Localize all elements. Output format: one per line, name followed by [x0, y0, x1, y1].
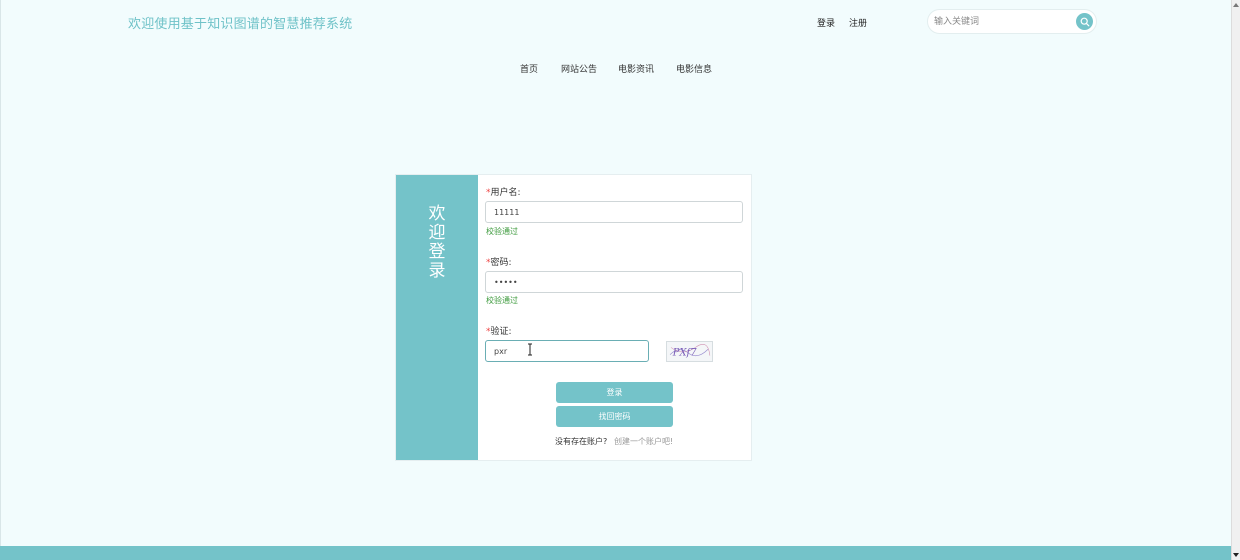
login-panel: 欢迎登录 *用户名: 校验通过 *密码: 校验通过 *验证: PXf7 登录 找…	[395, 174, 752, 461]
scroll-up-arrow-icon[interactable]	[1233, 3, 1239, 7]
password-input[interactable]	[485, 271, 743, 293]
create-account-link[interactable]: 创建一个账户吧!	[614, 436, 673, 447]
nav-item-movie-news[interactable]: 电影资讯	[618, 62, 654, 75]
scroll-down-arrow-icon[interactable]	[1233, 553, 1239, 557]
login-link[interactable]: 登录	[817, 16, 835, 29]
register-link[interactable]: 注册	[849, 16, 867, 29]
captcha-label: *验证:	[486, 324, 512, 337]
login-button[interactable]: 登录	[556, 382, 673, 403]
captcha-text: PXf7	[672, 348, 697, 359]
username-input[interactable]	[485, 201, 743, 223]
nav-item-home[interactable]: 首页	[520, 62, 538, 75]
no-account-text: 没有存在账户?	[555, 437, 608, 446]
nav-item-movie-info[interactable]: 电影信息	[676, 62, 712, 75]
site-title[interactable]: 欢迎使用基于知识图谱的智慧推荐系统	[128, 13, 352, 32]
username-label: *用户名:	[486, 185, 521, 198]
search-input[interactable]	[934, 13, 1074, 31]
text-cursor-icon	[528, 343, 532, 356]
captcha-graphic: PXf7	[669, 344, 711, 359]
vertical-scrollbar[interactable]	[1231, 0, 1240, 560]
search-box	[927, 9, 1097, 34]
search-button[interactable]	[1076, 13, 1093, 30]
password-label: *密码:	[486, 255, 512, 268]
page-left-edge	[0, 0, 1, 560]
forgot-password-button[interactable]: 找回密码	[556, 406, 673, 427]
captcha-label-text: 验证:	[490, 327, 512, 337]
login-side-title: 欢迎登录	[428, 204, 446, 281]
captcha-input[interactable]	[485, 340, 649, 362]
password-validation: 校验通过	[486, 296, 518, 305]
password-label-text: 密码:	[490, 258, 512, 268]
username-validation: 校验通过	[486, 227, 518, 236]
search-icon	[1080, 17, 1089, 26]
login-side-band: 欢迎登录	[396, 175, 478, 460]
captcha-image[interactable]: PXf7	[666, 341, 713, 362]
footer-bar	[0, 546, 1231, 560]
username-label-text: 用户名:	[490, 188, 521, 198]
nav-item-announcements[interactable]: 网站公告	[561, 62, 597, 75]
